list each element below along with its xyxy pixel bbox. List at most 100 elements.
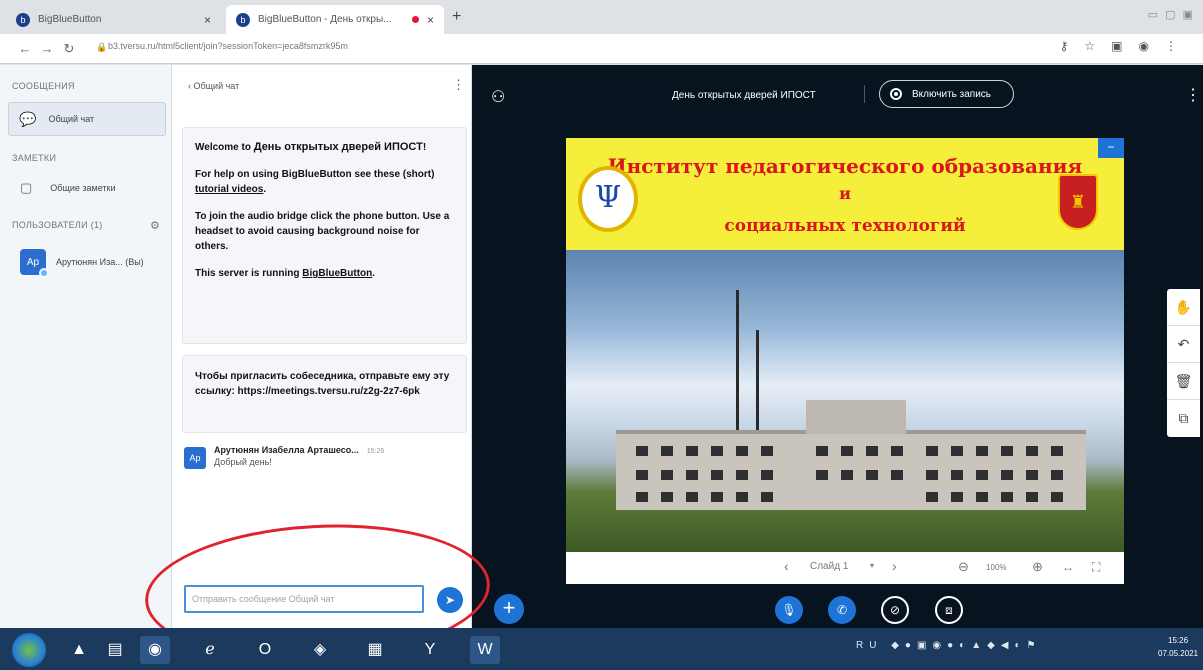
app-icon[interactable]: ◈ (305, 636, 335, 664)
note-icon: ▢ (20, 180, 33, 195)
gear-icon[interactable]: ⚙ (150, 219, 160, 232)
message-time: 15:26 (366, 448, 385, 455)
slide-selector[interactable]: Слайд 1 (810, 561, 848, 572)
welcome-prefix: Welcome to (195, 142, 254, 153)
close-tab-icon[interactable]: × (427, 13, 434, 27)
hand-tool-icon[interactable]: ✋ (1167, 289, 1200, 326)
record-icon (890, 88, 902, 100)
chat-message-input[interactable]: Отправить сообщение Общий чат (184, 585, 424, 613)
zoom-out-icon[interactable]: ⊖ (958, 559, 969, 575)
tutorial-link[interactable]: tutorial videos (195, 184, 263, 195)
record-button[interactable]: Включить запись (879, 80, 1014, 108)
bbb-favicon-icon: b (236, 12, 250, 27)
invite-message: Чтобы пригласить собеседника, отправьте … (182, 355, 467, 433)
meeting-title: День открытых дверей ИПОСТ (672, 90, 816, 101)
window-controls[interactable]: ▭ ▢ ▣ (1148, 8, 1195, 21)
yandex-icon[interactable]: Y (415, 636, 445, 664)
ie-icon[interactable]: ℯ (195, 636, 225, 664)
browser-actions: ⚷☆▣◉⋮ (1060, 39, 1193, 53)
forward-icon[interactable]: → (36, 41, 58, 56)
url-field[interactable]: b3.tversu.ru/html5client/join?sessionTok… (108, 41, 348, 51)
back-icon[interactable]: ← (14, 41, 36, 56)
lock-icon: 🔒 (96, 42, 108, 52)
phone-button[interactable]: ✆ (828, 596, 856, 624)
windows-taskbar: ▲ ▤ ◉ ℯ O ◈ ▦ Y W RU ◆●▣◉●◐▲◆◀◐⚑ 15:26 07… (0, 628, 1203, 670)
avatar: Ар (184, 447, 206, 469)
chrome-icon[interactable]: ◉ (140, 636, 170, 664)
city-crest-icon: ♜ (1058, 174, 1098, 230)
microphone-icon: 🎙 (781, 603, 797, 617)
help-text: For help on using BigBlueButton see thes… (195, 169, 435, 180)
send-button[interactable]: ➤ (437, 587, 463, 613)
zoom-level: 100% (986, 563, 1007, 572)
chat-title: Общий чат (193, 81, 240, 91)
app-icon[interactable]: ▲ (64, 636, 94, 664)
photos-icon[interactable]: ▦ (360, 636, 390, 664)
start-button[interactable] (12, 633, 46, 667)
welcome-message: Welcome to День открытых дверей ИПОСТ! F… (182, 127, 467, 344)
profile-icon[interactable]: ◉ (1139, 39, 1165, 53)
plus-icon: + (502, 595, 516, 620)
user-list-sidebar: СООБЩЕНИЯ 💬 Общий чат ЗАМЕТКИ ▢ Общие за… (0, 65, 172, 628)
slide-title-line-2: и (839, 184, 851, 203)
avatar-initials: Ар (26, 256, 40, 268)
browser-tab-bigbluebutton[interactable]: b BigBlueButton × (6, 5, 221, 34)
folder-icon[interactable]: ▤ (100, 636, 130, 664)
word-icon[interactable]: W (470, 636, 500, 664)
whiteboard-toolbar: ✋ ↶ 🗑 ⧉ (1167, 289, 1200, 437)
presentation-area: ⚇ День открытых дверей ИПОСТ Включить за… (472, 65, 1203, 628)
prev-slide-button[interactable]: ‹ (784, 558, 789, 574)
browser-tab-meeting[interactable]: b BigBlueButton - День откры... × (226, 5, 444, 34)
camera-button[interactable]: ⊘ (881, 596, 909, 624)
options-menu-icon[interactable]: ⋮ (1185, 85, 1201, 105)
fullscreen-icon[interactable]: ⛶ (1092, 560, 1100, 575)
next-slide-button[interactable]: › (892, 558, 897, 574)
microphone-button[interactable]: 🎙 (775, 596, 803, 624)
notes-header: ЗАМЕТКИ (12, 153, 57, 163)
undo-icon[interactable]: ↶ (1167, 326, 1200, 363)
minimize-presentation-button[interactable]: − (1098, 138, 1124, 158)
new-tab-button[interactable]: + (452, 8, 461, 26)
bbb-link[interactable]: BigBlueButton (302, 268, 372, 279)
opera-icon[interactable]: O (250, 636, 280, 664)
slide-title-line-1: Институт педагогического образования (607, 154, 1083, 178)
server-text: This server is running (195, 268, 303, 279)
key-icon[interactable]: ⚷ (1060, 39, 1085, 53)
institute-emblem-icon: Ψ (578, 166, 638, 232)
user-list-item[interactable]: Ар Арутюнян Иза... (Вы) (20, 249, 144, 278)
public-chat-item[interactable]: 💬 Общий чат (8, 102, 166, 136)
star-icon[interactable]: ☆ (1084, 39, 1111, 53)
screenshare-button[interactable]: ⧈ (935, 596, 963, 624)
language-indicator[interactable]: RU (856, 640, 882, 651)
chevron-down-icon[interactable]: ▾ (870, 561, 874, 570)
clear-icon[interactable]: 🗑 (1167, 363, 1200, 400)
reload-icon[interactable]: ↻ (58, 41, 80, 57)
shared-notes-label: Общие заметки (50, 183, 116, 193)
help-suffix: . (263, 184, 267, 195)
browser-menu-icon[interactable]: ⋮ (1165, 39, 1193, 53)
phone-icon: ✆ (836, 603, 848, 617)
chat-back-button[interactable]: ‹ Общий чат (188, 81, 239, 91)
address-bar: ← → ↻ 🔒 b3.tversu.ru/html5client/join?se… (0, 34, 1203, 64)
slide-title-line-3: социальных технологий (724, 216, 966, 236)
building-photo (566, 250, 1124, 552)
clock-date: 07.05.2021 (1158, 649, 1199, 658)
slide-controls: ‹ Слайд 1 ▾ › ⊖ 100% ⊕ ↔ ⛶ (566, 552, 1124, 584)
user-icon[interactable]: ⚇ (491, 87, 505, 107)
multi-user-icon[interactable]: ⧉ (1167, 400, 1200, 437)
building (616, 400, 1086, 510)
fit-width-icon[interactable]: ↔ (1062, 560, 1074, 574)
shared-notes-item[interactable]: ▢ Общие заметки (20, 180, 116, 196)
audio-text: To join the audio bridge click the phone… (195, 211, 450, 252)
users-header: ПОЛЬЗОВАТЕЛИ (1) (12, 220, 103, 230)
taskbar-clock[interactable]: 15:26 07.05.2021 (1158, 634, 1198, 660)
chat-options-icon[interactable]: ⋮ (452, 77, 465, 93)
chat-icon: 💬 (19, 110, 37, 127)
extension-icon[interactable]: ▣ (1111, 39, 1138, 53)
close-tab-icon[interactable]: × (204, 13, 211, 27)
user-name: Арутюнян Иза... (Вы) (56, 257, 144, 267)
actions-plus-button[interactable]: + (494, 594, 524, 624)
avatar: Ар (20, 249, 49, 278)
zoom-in-icon[interactable]: ⊕ (1032, 559, 1043, 575)
chat-panel: ‹ Общий чат ⋮ Welcome to День открытых д… (172, 65, 472, 628)
